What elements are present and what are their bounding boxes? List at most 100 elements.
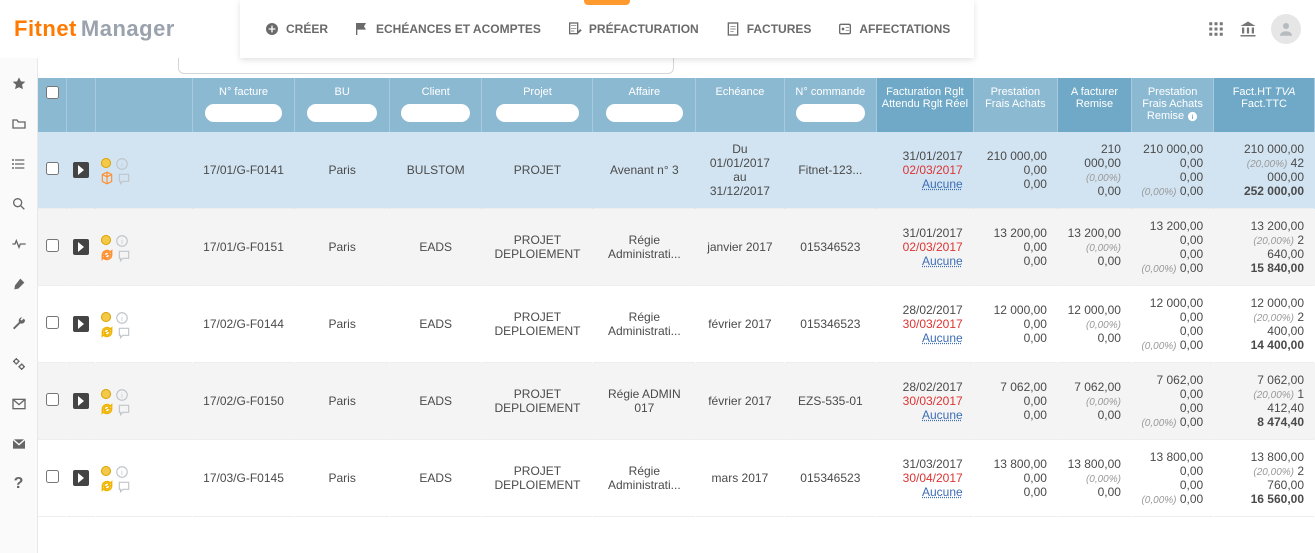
echeances-label: ECHÉANCES ET ACOMPTES [376, 22, 541, 36]
filter-affaire[interactable] [606, 104, 683, 122]
cell-projet: PROJETDEPLOIEMENT [482, 363, 593, 440]
refresh-icon [100, 248, 114, 262]
th-affaire[interactable]: Affaire [593, 78, 696, 132]
table-row[interactable]: i 17/02/G-F0144ParisEADSPROJETDEPLOIEMEN… [38, 286, 1315, 363]
table-row[interactable]: i 17/01/G-F0141ParisBULSTOMPROJETAvenant… [38, 132, 1315, 209]
info-icon[interactable]: i [115, 156, 129, 170]
fact-link[interactable]: Aucune [883, 408, 963, 422]
toolbar-tab-handle[interactable] [584, 0, 630, 5]
filter-commande[interactable] [796, 104, 864, 122]
cell-pfa: 12 000,000,000,00(0,00%) 0,00 [1131, 286, 1213, 363]
bank-icon[interactable] [1239, 20, 1257, 38]
th-echeance[interactable]: Echéance [696, 78, 784, 132]
info-icon[interactable]: i [115, 310, 129, 324]
th-presta[interactable]: Prestation Frais Achats [973, 78, 1057, 132]
check-all[interactable] [46, 86, 59, 99]
star-icon[interactable] [10, 75, 28, 93]
fact-link[interactable]: Aucune [883, 485, 963, 499]
gears-icon[interactable] [10, 355, 28, 373]
th-httc[interactable]: Fact.HT TVA Fact.TTC [1214, 78, 1315, 132]
cell-check [38, 286, 67, 363]
fact-link[interactable]: Aucune [883, 254, 963, 268]
cell-check [38, 440, 67, 517]
refresh-icon [100, 325, 114, 339]
comment-icon[interactable] [117, 248, 131, 262]
folder-icon[interactable] [10, 115, 28, 133]
th-fact[interactable]: Facturation Rglt Attendu Rglt Réel [877, 78, 974, 132]
table-row[interactable]: i 17/01/G-F0151ParisEADSPROJETDEPLOIEMEN… [38, 209, 1315, 286]
th-bu[interactable]: BU [295, 78, 390, 132]
cell-client: EADS [389, 440, 482, 517]
cell-echeance: janvier 2017 [696, 209, 784, 286]
row-check[interactable] [46, 239, 59, 252]
cell-presta: 210 000,000,000,00 [973, 132, 1057, 209]
factures-button[interactable]: FACTURES [725, 21, 812, 37]
play-icon[interactable] [73, 316, 89, 332]
filter-bu[interactable] [307, 104, 377, 122]
cell-httc: 7 062,00(20,00%) 1 412,408 474,40 [1214, 363, 1315, 440]
play-icon[interactable] [73, 470, 89, 486]
play-icon[interactable] [73, 239, 89, 255]
apps-grid-icon[interactable] [1207, 20, 1225, 38]
comment-icon[interactable] [117, 325, 131, 339]
play-icon[interactable] [73, 162, 89, 178]
th-pfa-l2: Frais [1142, 98, 1166, 110]
status-dot-icon [101, 312, 111, 322]
cell-echeance: mars 2017 [696, 440, 784, 517]
row-icons: i [100, 463, 131, 492]
info-icon[interactable]: i [115, 387, 129, 401]
heartbeat-icon[interactable] [10, 235, 28, 253]
brush-icon[interactable] [10, 275, 28, 293]
fact-link[interactable]: Aucune [883, 331, 963, 345]
row-check[interactable] [46, 470, 59, 483]
comment-icon[interactable] [117, 479, 131, 493]
info-icon[interactable]: i [115, 233, 129, 247]
row-check[interactable] [46, 162, 59, 175]
play-icon[interactable] [73, 393, 89, 409]
th-afact[interactable]: A facturer Remise [1057, 78, 1131, 132]
search-icon[interactable] [10, 195, 28, 213]
comment-icon[interactable] [117, 171, 131, 185]
row-check[interactable] [46, 393, 59, 406]
th-commande-label: N° commande [795, 86, 865, 98]
th-commande[interactable]: N° commande [784, 78, 877, 132]
th-pfa[interactable]: Prestation Frais Achats Remise i [1131, 78, 1213, 132]
filter-num[interactable] [205, 104, 282, 122]
echeances-button[interactable]: ECHÉANCES ET ACOMPTES [354, 21, 541, 37]
mail-icon[interactable] [10, 395, 28, 413]
filter-bar [38, 58, 1315, 78]
cell-client: EADS [389, 363, 482, 440]
filter-pill[interactable] [178, 56, 674, 74]
cell-projet: PROJET [482, 132, 593, 209]
filter-projet[interactable] [496, 104, 580, 122]
list-icon[interactable] [10, 155, 28, 173]
th-num[interactable]: N° facture [192, 78, 295, 132]
fact-link[interactable]: Aucune [883, 177, 963, 191]
create-button[interactable]: CRÉER [264, 21, 328, 37]
inbox-icon[interactable] [10, 435, 28, 453]
cell-echeance: février 2017 [696, 363, 784, 440]
th-projet[interactable]: Projet [482, 78, 593, 132]
comment-icon[interactable] [117, 402, 131, 416]
filter-client[interactable] [401, 104, 469, 122]
help-icon[interactable]: ? [10, 475, 28, 493]
info-icon[interactable]: i [115, 464, 129, 478]
cell-affaire: RégieAdministrati... [593, 286, 696, 363]
user-avatar[interactable] [1271, 14, 1301, 44]
wrench-icon[interactable] [10, 315, 28, 333]
th-afact-l1: A facturer [1071, 86, 1118, 98]
cell-client: BULSTOM [389, 132, 482, 209]
affect-button[interactable]: AFFECTATIONS [837, 21, 950, 37]
th-client[interactable]: Client [389, 78, 482, 132]
cell-bu: Paris [295, 286, 390, 363]
th-bu-label: BU [335, 86, 350, 98]
row-check[interactable] [46, 316, 59, 329]
table-row[interactable]: i 17/02/G-F0150ParisEADSPROJETDEPLOIEMEN… [38, 363, 1315, 440]
cell-pfa: 210 000,000,000,00(0,00%) 0,00 [1131, 132, 1213, 209]
cell-play [67, 209, 96, 286]
prefact-button[interactable]: PRÉFACTURATION [567, 21, 699, 37]
th-check-all [38, 78, 67, 132]
cell-num: 17/03/G-F0145 [192, 440, 295, 517]
table-row[interactable]: i 17/03/G-F0145ParisEADSPROJETDEPLOIEMEN… [38, 440, 1315, 517]
cell-presta: 12 000,000,000,00 [973, 286, 1057, 363]
